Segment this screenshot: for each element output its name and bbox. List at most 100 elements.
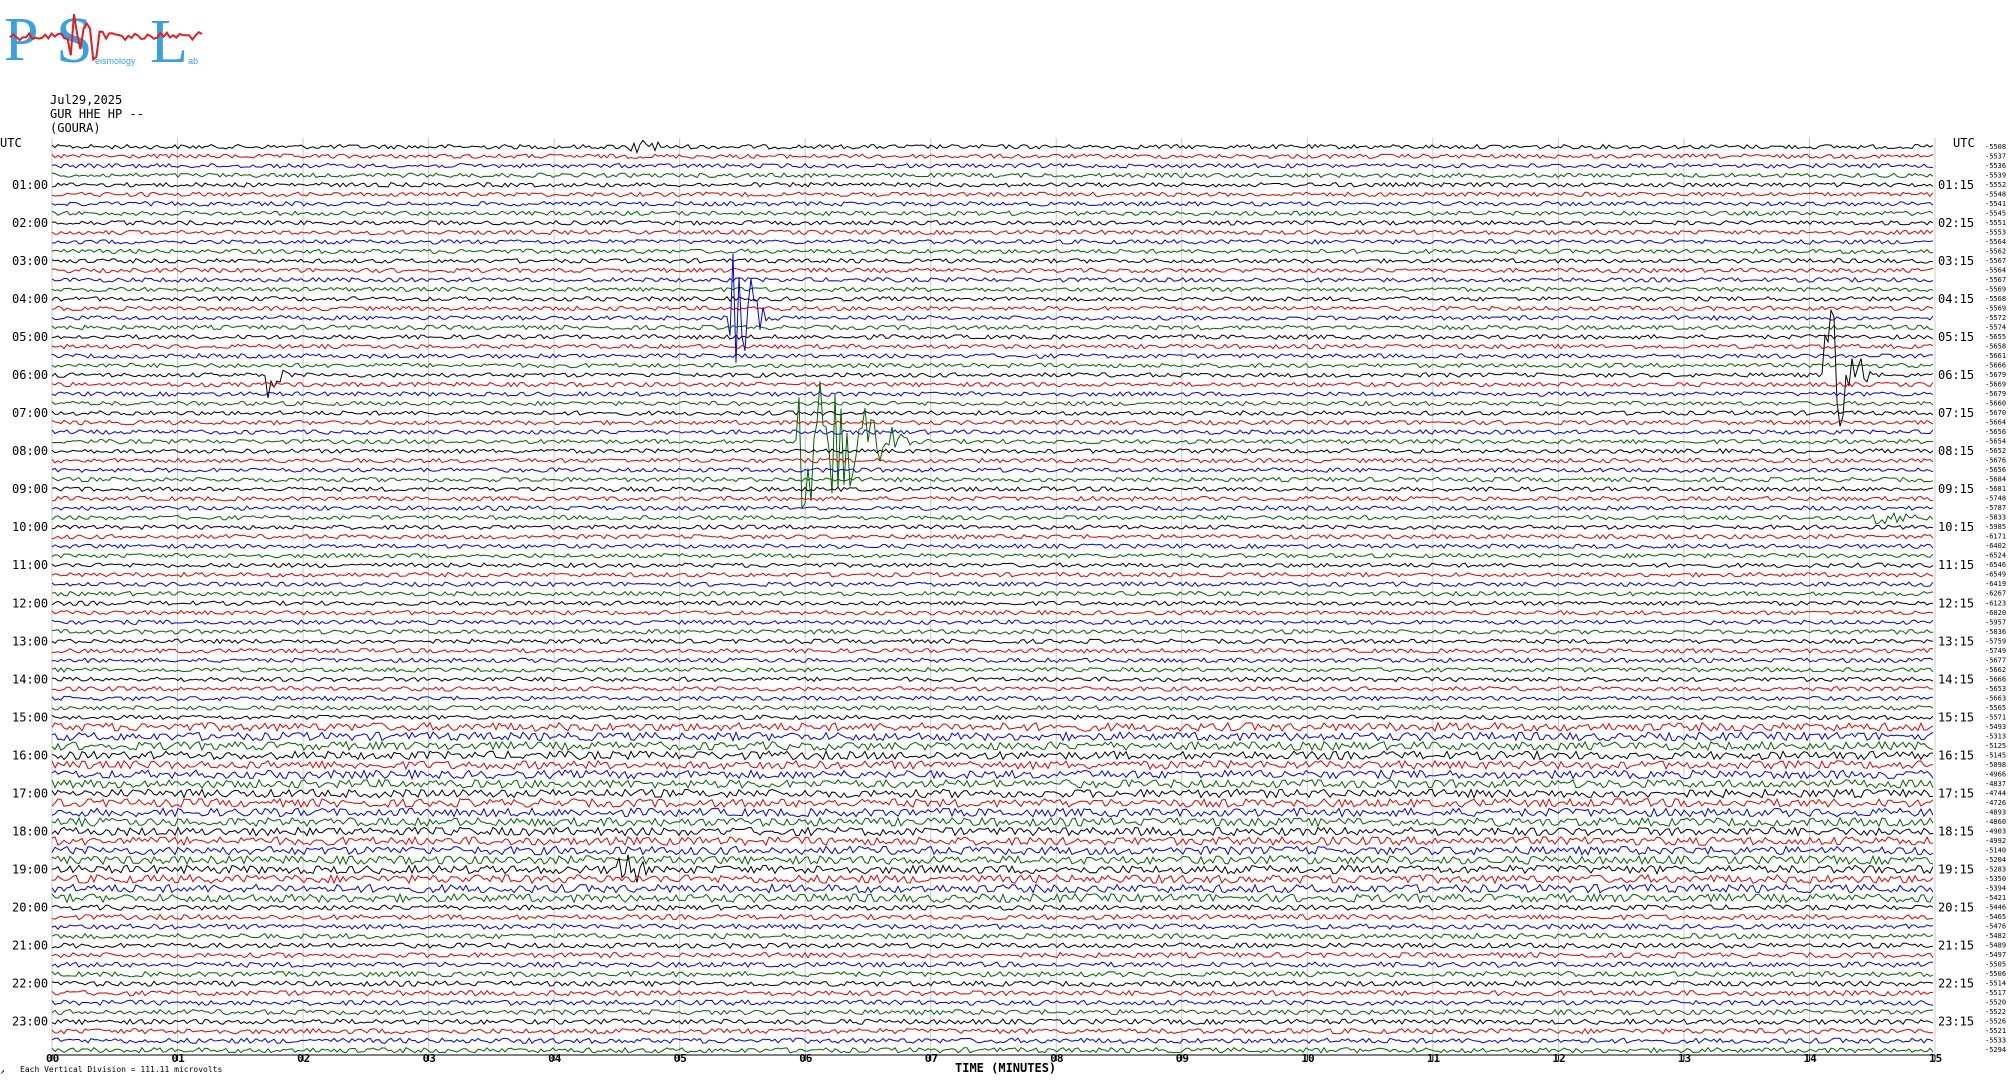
header-location: (GOURA)	[50, 121, 101, 135]
x-tick-label: 11	[1427, 1052, 1441, 1065]
row-value-label: -5666	[1985, 675, 2006, 683]
hour-label-left: 14:00	[12, 672, 48, 686]
row-value-label: -5564	[1985, 238, 2006, 246]
trace-line	[51, 543, 1934, 550]
trace-line	[51, 759, 1934, 771]
trace-line	[51, 457, 1934, 464]
trace-line	[51, 1018, 1934, 1026]
hour-label-left: 16:00	[12, 748, 48, 762]
row-value-label: -6402	[1985, 542, 2006, 550]
trace-line	[51, 257, 1934, 264]
trace-line	[51, 139, 1934, 155]
trace-line	[51, 162, 1934, 169]
row-value-label: -4903	[1985, 828, 2006, 836]
trace-line	[51, 609, 1934, 616]
trace-line	[51, 524, 1934, 531]
row-value-label: -5787	[1985, 504, 2006, 512]
trace-line	[51, 892, 1934, 904]
row-value-label: -5541	[1985, 200, 2006, 208]
trace-line	[51, 429, 1934, 435]
trace-line	[51, 835, 1933, 847]
trace-line	[51, 571, 1934, 578]
trace-line	[51, 200, 1934, 207]
trace-line	[51, 647, 1934, 654]
row-value-label: -5562	[1985, 247, 2006, 255]
hour-label-left: 05:00	[12, 330, 48, 344]
row-value-label: -5350	[1985, 875, 2006, 883]
row-value-label: -5833	[1985, 514, 2006, 522]
row-value-label: -5567	[1985, 276, 2006, 284]
hour-label-left: 11:00	[12, 558, 48, 572]
trace-line	[51, 191, 1934, 198]
hour-label-left: 17:00	[12, 787, 48, 801]
hour-label-left: 02:00	[12, 216, 48, 230]
row-value-label: -5653	[1985, 685, 2006, 693]
hour-label-right: 15:15	[1938, 710, 1974, 724]
hour-label-right: 21:15	[1938, 939, 1974, 953]
hour-label-left: 21:00	[12, 939, 48, 953]
trace-line	[51, 381, 1934, 388]
trace-line	[51, 219, 1934, 226]
row-value-label: -6171	[1985, 533, 2006, 541]
hour-label-left: 12:00	[12, 596, 48, 610]
x-tick-label: 13	[1678, 1052, 1691, 1065]
trace-line	[51, 740, 1934, 752]
row-value-label: -6549	[1985, 571, 2006, 579]
row-value-label: -5508	[1985, 143, 2006, 151]
row-value-label: -5679	[1985, 390, 2006, 398]
trace-line	[51, 721, 1934, 733]
row-value-label: -5421	[1985, 894, 2006, 902]
x-tick-label: 02	[297, 1052, 310, 1065]
hour-label-left: 13:00	[12, 634, 48, 648]
trace-line	[51, 153, 1934, 160]
row-value-label: -5656	[1985, 466, 2006, 474]
row-value-label: -5294	[1985, 1046, 2006, 1054]
x-tick-label: 12	[1552, 1052, 1565, 1065]
trace-line	[51, 353, 1934, 359]
right-hour-labels: 01:15 02:15 03:15 04:15 05:15 06:15 07:15 08:15…	[1938, 178, 1974, 1029]
trace-line	[51, 942, 1934, 950]
scale-note: Each Vertical Division = 111.11 microvol…	[20, 1065, 222, 1074]
trace-line	[51, 511, 1934, 525]
hour-label-right: 04:15	[1938, 292, 1974, 306]
trace-line	[51, 505, 1934, 512]
trace-line	[51, 229, 1934, 236]
row-value-label: -5662	[1985, 666, 2006, 674]
hour-label-left: 20:00	[12, 901, 48, 915]
trace-line	[51, 854, 1934, 866]
logo-small-text-1: eismology	[95, 56, 136, 66]
row-value-label: -5140	[1985, 847, 2006, 855]
trace-line	[51, 324, 1933, 331]
hour-label-left: 23:00	[12, 1015, 48, 1029]
row-value-label: -4992	[1985, 837, 2006, 845]
row-value-label: -5539	[1985, 171, 2006, 179]
row-value-label: -5520	[1985, 999, 2006, 1007]
hour-label-right: 03:15	[1938, 254, 1974, 268]
row-value-label: -5652	[1985, 447, 2006, 455]
trace-line	[51, 181, 1934, 188]
row-value-label: -5660	[1985, 400, 2006, 408]
row-value-label: -5545	[1985, 209, 2006, 217]
hour-label-right: 02:15	[1938, 216, 1974, 230]
trace-line	[51, 951, 1934, 959]
trace-line	[51, 1037, 1934, 1045]
row-value-label: -5655	[1985, 333, 2006, 341]
trace-line	[51, 666, 1934, 673]
trace-line	[51, 419, 1934, 426]
row-value-label: -6419	[1985, 580, 2006, 588]
hour-label-left: 03:00	[12, 254, 48, 268]
trace-line	[51, 467, 1934, 474]
row-value-label: -4744	[1985, 790, 2006, 798]
row-value-label: -5476	[1985, 923, 2006, 931]
chart-grid	[51, 138, 1936, 1055]
left-axis-title: UTC	[0, 136, 22, 150]
row-value-label: -5571	[1985, 713, 2006, 721]
x-tick-label: 14	[1803, 1052, 1817, 1065]
row-value-label: -5676	[1985, 457, 2006, 465]
hour-label-right: 19:15	[1938, 863, 1974, 877]
hour-label-right: 10:15	[1938, 520, 1974, 534]
trace-line	[51, 657, 1934, 664]
trace-line	[51, 476, 1934, 483]
row-value-label: -5548	[1985, 190, 2006, 198]
row-value-label: -5313	[1985, 732, 2006, 740]
